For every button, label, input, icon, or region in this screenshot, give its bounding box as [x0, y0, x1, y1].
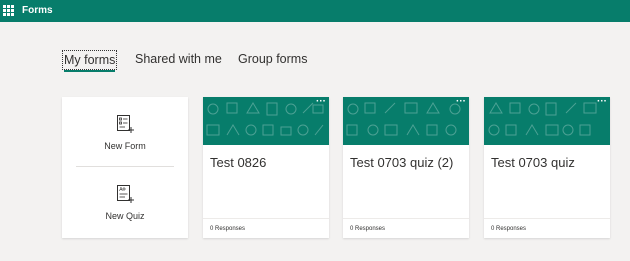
response-count: 0 Responses	[491, 226, 527, 232]
tab-my-forms[interactable]: My forms	[62, 50, 118, 72]
top-bar: Forms	[0, 0, 630, 22]
response-count: 0 Responses	[210, 226, 246, 232]
card-header-pattern: ···	[203, 97, 329, 145]
card-footer: 0 Responses	[203, 218, 329, 238]
more-options-icon[interactable]: ···	[456, 97, 466, 107]
new-form-label: New Form	[104, 141, 146, 151]
app-launcher-icon[interactable]	[3, 5, 14, 16]
more-options-icon[interactable]: ···	[597, 97, 607, 107]
tab-group-forms[interactable]: Group forms	[238, 50, 307, 68]
form-card[interactable]: ··· Test 0703 quiz 0 Responses	[484, 97, 610, 238]
app-title[interactable]: Forms	[22, 5, 53, 17]
svg-text:A: A	[119, 187, 123, 193]
form-title: Test 0703 quiz	[491, 155, 575, 170]
pattern-icon	[206, 102, 324, 136]
card-header-pattern: ···	[484, 97, 610, 145]
more-options-icon[interactable]: ···	[316, 97, 326, 107]
form-card[interactable]: ··· Test 0703 quiz (2) 0 Responses	[343, 97, 469, 238]
card-header-pattern: ···	[343, 97, 469, 145]
new-form-button[interactable]: New Form	[62, 114, 188, 152]
form-title: Test 0826	[210, 155, 267, 170]
form-title: Test 0703 quiz (2)	[350, 155, 454, 170]
tab-shared-with-me[interactable]: Shared with me	[135, 50, 222, 68]
response-count: 0 Responses	[350, 226, 386, 232]
card-footer: 0 Responses	[343, 218, 469, 238]
new-form-icon	[117, 115, 134, 133]
pattern-icon	[488, 102, 597, 136]
new-quiz-button[interactable]: A New Quiz	[62, 184, 188, 222]
pattern-icon	[346, 102, 461, 136]
form-card[interactable]: ··· Test 0826 0 Responses	[203, 97, 329, 238]
new-quiz-label: New Quiz	[105, 211, 145, 221]
new-actions-panel: New Form A New Quiz	[62, 97, 188, 238]
card-footer: 0 Responses	[484, 218, 610, 238]
divider	[76, 166, 174, 167]
new-quiz-icon: A	[117, 185, 134, 203]
